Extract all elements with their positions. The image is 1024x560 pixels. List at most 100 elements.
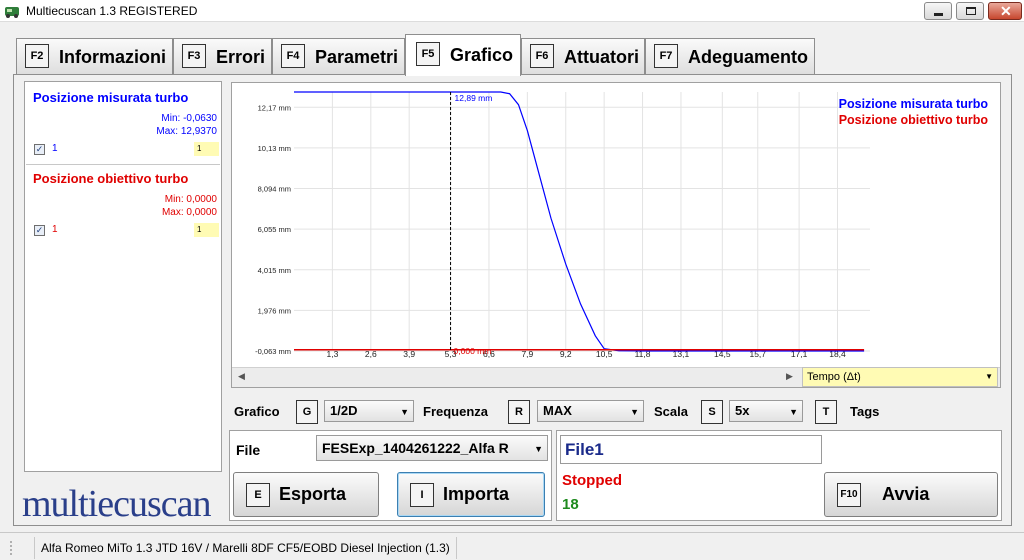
scala-key: S <box>701 400 723 424</box>
scala-label: Scala <box>654 404 688 419</box>
series-checkbox[interactable]: ✓ <box>34 225 45 236</box>
tab-label: Informazioni <box>59 47 166 67</box>
export-label: Esporta <box>279 484 347 504</box>
window-title: Multiecuscan 1.3 REGISTERED <box>26 4 198 18</box>
series-entry: Posizione obiettivo turbo Min: 0,0000 Ma… <box>26 165 220 245</box>
title-bar: Multiecuscan 1.3 REGISTERED ✕ <box>0 0 1024 22</box>
y-tick-label: -0,063 mm <box>255 347 291 356</box>
series-panel: Posizione misurata turbo Min: -0,0630 Ma… <box>24 81 222 472</box>
chart-area[interactable]: 12,17 mm 10,13 mm 8,094 mm 6,055 mm 4,015 mm… <box>231 82 1001 388</box>
tab-label: Parametri <box>315 47 399 67</box>
start-button[interactable]: F10 Avvia <box>824 472 998 517</box>
scroll-right-icon[interactable]: ▶ <box>786 371 793 382</box>
frequenza-select-value: MAX <box>543 403 572 418</box>
grafico-key: G <box>296 400 318 424</box>
import-key: I <box>410 483 434 507</box>
chevron-down-icon: ▼ <box>630 407 639 417</box>
chevron-down-icon: ▼ <box>532 437 543 460</box>
recording-count: 18 <box>562 496 579 513</box>
y-tick-label: 8,094 mm <box>258 185 291 194</box>
chevron-down-icon: ▼ <box>985 372 993 381</box>
tab-key: F5 <box>416 42 440 66</box>
tags-label: Tags <box>850 404 880 419</box>
tab-errori[interactable]: F3 Errori <box>173 38 272 74</box>
export-key: E <box>246 483 270 507</box>
tags-key[interactable]: T <box>815 400 837 424</box>
import-label: Importa <box>443 484 510 504</box>
series-index: 1 <box>52 224 58 235</box>
series-index: 1 <box>52 143 58 154</box>
grafico-select[interactable]: 1/2D ▼ <box>324 400 414 422</box>
tab-adeguamento[interactable]: F7 Adeguamento <box>645 38 815 74</box>
start-label: Avvia <box>882 484 930 504</box>
grafico-label: Grafico <box>234 404 280 419</box>
scroll-left-icon[interactable]: ◀ <box>238 371 245 382</box>
vehicle-info: Alfa Romeo MiTo 1.3 JTD 16V / Marelli 8D… <box>34 537 457 559</box>
restore-icon <box>966 7 976 15</box>
series-entry: Posizione misurata turbo Min: -0,0630 Ma… <box>26 82 220 164</box>
series-line-measured <box>294 91 865 352</box>
file-select[interactable]: FESExp_1404261222_Alfa R ▼ <box>316 435 548 461</box>
frequenza-key: R <box>508 400 530 424</box>
check-icon: ✓ <box>35 144 44 154</box>
cursor-label-target: 0,000 mm <box>454 346 492 356</box>
export-button[interactable]: E Esporta <box>233 472 379 517</box>
series-checkbox[interactable]: ✓ <box>34 144 45 155</box>
tab-key: F3 <box>182 44 206 68</box>
recording-file-name[interactable]: File1 <box>560 435 822 464</box>
restore-button[interactable] <box>956 2 984 20</box>
scala-select[interactable]: 5x ▼ <box>729 400 803 422</box>
frequenza-label: Frequenza <box>423 404 489 419</box>
series-scale-input[interactable]: 1 <box>194 142 219 156</box>
cursor-label-measured: 12,89 mm <box>455 93 493 103</box>
legend-item-target: Posizione obiettivo turbo <box>838 113 988 127</box>
close-button[interactable]: ✕ <box>988 2 1022 20</box>
x-tick-label: 10,5 <box>596 349 613 359</box>
tab-parametri[interactable]: F4 Parametri <box>272 38 405 74</box>
y-tick-label: 12,17 mm <box>258 103 291 112</box>
series-min: Min: 0,0000 <box>164 194 217 205</box>
x-tick-label: 3,9 <box>403 349 415 359</box>
status-bar: Alfa Romeo MiTo 1.3 JTD 16V / Marelli 8D… <box>0 532 1024 560</box>
tab-label: Attuatori <box>564 47 639 67</box>
tab-label: Grafico <box>450 45 514 65</box>
check-icon: ✓ <box>35 225 44 235</box>
x-tick-label: 2,6 <box>365 349 377 359</box>
file-select-value: FESExp_1404261222_Alfa R <box>322 440 509 456</box>
y-tick-label: 1,976 mm <box>258 306 291 315</box>
series-max: Max: 12,9370 <box>156 126 217 137</box>
x-tick-label: 7,9 <box>521 349 533 359</box>
close-icon: ✕ <box>1000 3 1012 19</box>
recording-status: Stopped <box>562 472 622 489</box>
minimize-icon <box>934 13 943 16</box>
series-scale-input[interactable]: 1 <box>194 223 219 237</box>
x-axis-selector[interactable]: Tempo (Δt) ▼ <box>802 367 998 387</box>
start-key: F10 <box>837 483 861 507</box>
x-axis-selector-value: Tempo (Δt) <box>807 371 861 383</box>
tab-attuatori[interactable]: F6 Attuatori <box>521 38 645 74</box>
brand-logo: multiecuscan <box>22 483 211 525</box>
grip-icon <box>10 541 12 555</box>
chevron-down-icon: ▼ <box>789 407 798 417</box>
chevron-down-icon: ▼ <box>400 407 409 417</box>
tab-key: F6 <box>530 44 554 68</box>
series-name: Posizione obiettivo turbo <box>33 171 189 186</box>
series-min: Min: -0,0630 <box>161 113 217 124</box>
tab-key: F4 <box>281 44 305 68</box>
tab-grafico[interactable]: F5 Grafico <box>405 34 521 76</box>
frequenza-select[interactable]: MAX ▼ <box>537 400 644 422</box>
series-max: Max: 0,0000 <box>161 207 217 218</box>
import-button[interactable]: I Importa <box>397 472 545 517</box>
x-tick-label: 9,2 <box>560 349 572 359</box>
grafico-select-value: 1/2D <box>330 403 358 418</box>
x-tick-label: 1,3 <box>326 349 338 359</box>
tab-informazioni[interactable]: F2 Informazioni <box>16 38 173 74</box>
minimize-button[interactable] <box>924 2 952 20</box>
series-name: Posizione misurata turbo <box>33 90 189 105</box>
file-label: File <box>236 442 261 458</box>
scala-select-value: 5x <box>735 403 750 418</box>
legend-item-measured: Posizione misurata turbo <box>838 97 988 111</box>
y-tick-label: 4,015 mm <box>258 266 291 275</box>
tab-label: Errori <box>216 47 266 67</box>
tab-key: F7 <box>654 44 678 68</box>
